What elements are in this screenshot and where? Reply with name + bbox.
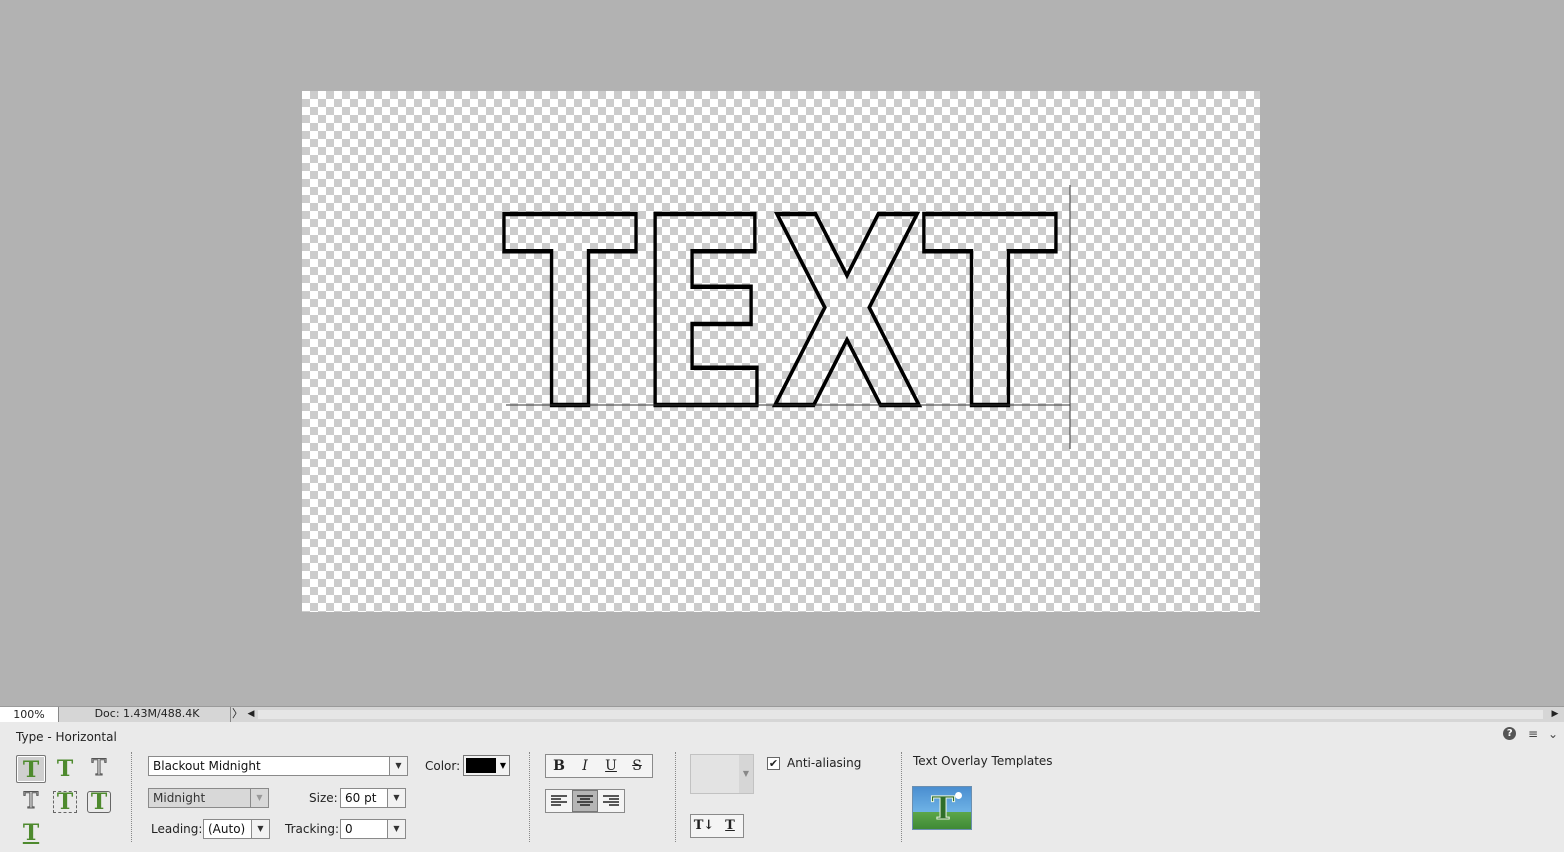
font-family-value: Blackout Midnight bbox=[153, 759, 261, 773]
underline-button[interactable]: U bbox=[598, 755, 624, 777]
separator bbox=[131, 752, 132, 842]
font-style-dropdown[interactable]: Midnight ▼ bbox=[148, 788, 269, 808]
chevron-down-icon[interactable]: ▼ bbox=[387, 789, 405, 807]
alignment-buttons bbox=[545, 789, 625, 813]
vertical-type-mask-tool-icon[interactable]: T bbox=[16, 788, 46, 816]
leading-value: (Auto) bbox=[208, 822, 246, 836]
italic-button[interactable]: I bbox=[572, 755, 598, 777]
collapse-panel-icon[interactable]: ⌄ bbox=[1548, 727, 1558, 741]
anti-aliasing-label: Anti-aliasing bbox=[787, 756, 862, 770]
color-label: Color: bbox=[425, 759, 461, 773]
separator bbox=[901, 752, 902, 842]
separator bbox=[529, 752, 530, 842]
chevron-down-icon[interactable]: ▼ bbox=[387, 820, 405, 838]
tool-options-panel: Type - Horizontal ? ≡ ⌄ T T T T T T T Bl… bbox=[0, 722, 1564, 852]
text-style-picker[interactable]: ▼ bbox=[690, 754, 754, 794]
tool-name-label: Type - Horizontal bbox=[16, 730, 117, 744]
chevron-down-icon: ▼ bbox=[499, 761, 506, 770]
chevron-down-icon[interactable]: ▼ bbox=[739, 755, 753, 793]
horizontal-type-mask-tool-icon[interactable]: T bbox=[84, 755, 114, 783]
horizontal-type-tool-icon[interactable]: T bbox=[16, 755, 46, 783]
align-right-icon bbox=[603, 795, 619, 806]
vertical-type-tool-icon[interactable]: T bbox=[50, 755, 80, 783]
strikethrough-button[interactable]: S bbox=[624, 755, 650, 777]
chevron-down-icon[interactable]: ▼ bbox=[250, 789, 268, 807]
align-right-button[interactable] bbox=[598, 790, 624, 812]
font-style-value: Midnight bbox=[153, 791, 206, 805]
chevron-down-icon[interactable]: ▼ bbox=[251, 820, 269, 838]
text-on-path-tool-icon[interactable]: T bbox=[16, 819, 46, 847]
toggle-orientation-button[interactable]: T↓ bbox=[691, 815, 717, 837]
tracking-value: 0 bbox=[345, 822, 353, 836]
tracking-label: Tracking: bbox=[285, 822, 339, 836]
align-center-button[interactable] bbox=[572, 790, 598, 812]
scroll-left-arrow-icon[interactable]: ◀ bbox=[246, 707, 256, 721]
panel-controls: ? ≡ ⌄ bbox=[1503, 726, 1558, 741]
leading-label: Leading: bbox=[151, 822, 203, 836]
panel-menu-icon[interactable]: ≡ bbox=[1528, 727, 1538, 741]
horizontal-scrollbar[interactable] bbox=[258, 710, 1543, 719]
text-overlay-templates-button[interactable]: T bbox=[912, 786, 972, 830]
separator bbox=[675, 752, 676, 842]
color-swatch-fill bbox=[466, 758, 496, 773]
status-bar: 100% Doc: 1.43M/488.4K 〉 ◀ ▶ bbox=[0, 706, 1564, 723]
tracking-field[interactable]: 0 ▼ bbox=[340, 819, 406, 839]
text-orientation-buttons: T↓ T bbox=[690, 814, 744, 838]
text-template-icon: T bbox=[931, 789, 956, 828]
layer-text[interactable]: TEXT bbox=[501, 160, 1061, 470]
zoom-field[interactable]: 100% bbox=[0, 707, 59, 722]
leading-field[interactable]: (Auto) ▼ bbox=[203, 819, 270, 839]
text-style-buttons: B I U S bbox=[545, 754, 653, 778]
image-canvas[interactable]: TEXT bbox=[302, 91, 1260, 612]
outlined-text-layer[interactable]: TEXT bbox=[302, 91, 1260, 612]
document-size-info: Doc: 1.43M/488.4K bbox=[64, 707, 231, 722]
bold-button[interactable]: B bbox=[546, 755, 572, 777]
status-info-menu-arrow[interactable]: 〉 bbox=[232, 707, 243, 721]
align-center-icon bbox=[577, 795, 593, 806]
text-on-shape-tool-icon[interactable]: T bbox=[84, 788, 114, 816]
align-left-button[interactable] bbox=[546, 790, 572, 812]
size-label: Size: bbox=[309, 791, 338, 805]
scroll-right-arrow-icon[interactable]: ▶ bbox=[1548, 707, 1562, 721]
warp-text-button[interactable]: T bbox=[717, 815, 743, 837]
chevron-down-icon[interactable]: ▼ bbox=[389, 757, 407, 775]
text-on-selection-tool-icon[interactable]: T bbox=[50, 788, 80, 816]
text-color-picker[interactable]: ▼ bbox=[463, 755, 510, 776]
font-size-field[interactable]: 60 pt ▼ bbox=[340, 788, 406, 808]
document-workspace: TEXT bbox=[0, 0, 1564, 706]
anti-aliasing-checkbox[interactable]: ✔ bbox=[767, 757, 780, 770]
help-icon[interactable]: ? bbox=[1503, 727, 1517, 740]
font-family-dropdown[interactable]: Blackout Midnight ▼ bbox=[148, 756, 408, 776]
font-size-value: 60 pt bbox=[345, 791, 377, 805]
align-left-icon bbox=[551, 795, 567, 806]
text-overlay-templates-label: Text Overlay Templates bbox=[913, 754, 1053, 768]
